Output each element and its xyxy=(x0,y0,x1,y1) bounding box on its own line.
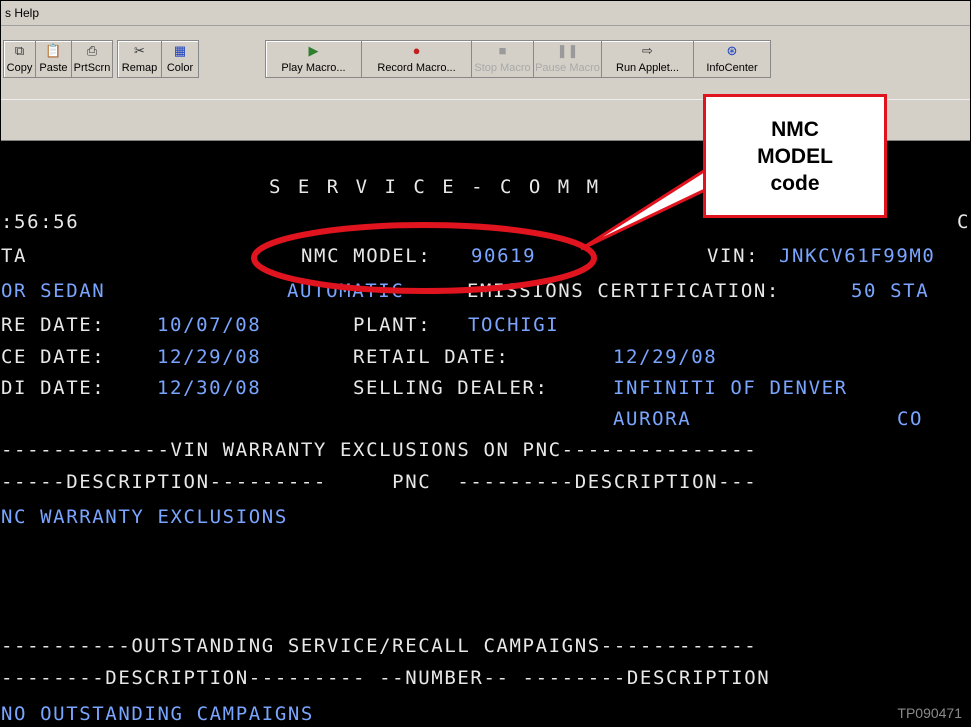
color-icon: ▦ xyxy=(173,43,187,58)
dealer-state: CO xyxy=(897,408,924,430)
nmc-model-value: 90619 xyxy=(471,245,537,267)
campaigns-none: NO OUTSTANDING CAMPAIGNS xyxy=(1,703,314,725)
paste-label: Paste xyxy=(39,62,68,74)
terminal-screen[interactable]: S E R V I C E - C O M M :56:56 C TA NMC … xyxy=(1,141,971,726)
toolbar-group-display: ✂ Remap ▦ Color xyxy=(117,40,199,78)
record-macro-icon: ● xyxy=(412,43,421,58)
retail-date-label: RETAIL DATE: xyxy=(353,346,510,368)
toolbar-group-clipboard: ⧉ Copy 📋 Paste ⎙ PrtScrn xyxy=(3,40,113,78)
play-macro-button[interactable]: ▶ Play Macro... xyxy=(266,41,362,77)
pause-macro-label: Pause Macro xyxy=(535,62,600,74)
menu-help[interactable]: s Help xyxy=(5,6,39,20)
color-label: Color xyxy=(166,62,194,74)
watermark: TP090471 xyxy=(897,705,962,721)
screen-right-c: C xyxy=(957,211,971,233)
vin-value: JNKCV61F99M0 xyxy=(779,245,936,267)
callout-text: NMC MODEL code xyxy=(757,117,833,195)
record-macro-button[interactable]: ● Record Macro... xyxy=(362,41,472,77)
pdi-date: 12/30/08 xyxy=(157,377,262,399)
campaigns-columns: --------DESCRIPTION--------- --NUMBER-- … xyxy=(1,667,771,689)
paste-button[interactable]: 📋 Paste xyxy=(36,41,72,77)
retail-date: 12/29/08 xyxy=(613,346,718,368)
manufacture-date-label: RE DATE: xyxy=(1,314,106,336)
pause-macro-icon: ❚❚ xyxy=(556,43,579,58)
service-date-label: CE DATE: xyxy=(1,346,106,368)
toolbar-group-macros: ▶ Play Macro... ● Record Macro... ■ Stop… xyxy=(265,40,771,78)
row-ta: TA xyxy=(1,245,28,267)
infocenter-label: InfoCenter xyxy=(706,62,758,74)
copy-label: Copy xyxy=(6,62,33,74)
stop-macro-icon: ■ xyxy=(498,43,507,58)
screen-time: :56:56 xyxy=(1,211,80,233)
vin-label: VIN: xyxy=(707,245,760,267)
toolbar: ⧉ Copy 📋 Paste ⎙ PrtScrn ✂ Remap ▦ Color xyxy=(1,26,970,99)
infocenter-icon: ⊛ xyxy=(726,43,738,58)
body-style: OR SEDAN xyxy=(1,280,106,302)
copy-icon: ⧉ xyxy=(14,43,25,58)
manufacture-date: 10/07/08 xyxy=(157,314,262,336)
exclusions-header: -------------VIN WARRANTY EXCLUSIONS ON … xyxy=(1,439,758,461)
plant-value: TOCHIGI xyxy=(468,314,560,336)
play-macro-icon: ▶ xyxy=(308,43,319,58)
transmission: AUTOMATIC xyxy=(287,280,405,302)
nmc-model-label: NMC MODEL: xyxy=(301,245,432,267)
remap-icon: ✂ xyxy=(134,43,145,58)
screen-title: S E R V I C E - C O M M xyxy=(269,176,602,198)
color-button[interactable]: ▦ Color xyxy=(162,41,198,77)
selling-dealer-name: INFINITI OF DENVER xyxy=(613,377,848,399)
menu-bar: s Help xyxy=(1,1,970,26)
remap-button[interactable]: ✂ Remap xyxy=(118,41,162,77)
play-macro-label: Play Macro... xyxy=(281,62,346,74)
record-macro-label: Record Macro... xyxy=(377,62,456,74)
service-date: 12/29/08 xyxy=(157,346,262,368)
plant-label: PLANT: xyxy=(353,314,432,336)
exclusions-none: NC WARRANTY EXCLUSIONS xyxy=(1,506,288,528)
run-applet-label: Run Applet... xyxy=(616,62,679,74)
paste-icon: 📋 xyxy=(45,43,62,58)
remap-label: Remap xyxy=(121,62,158,74)
emissions-value: 50 STA xyxy=(851,280,930,302)
print-screen-button[interactable]: ⎙ PrtScrn xyxy=(72,41,112,77)
print-screen-label: PrtScrn xyxy=(73,62,111,74)
stop-macro-label: Stop Macro xyxy=(474,62,531,74)
callout-box: NMC MODEL code xyxy=(703,94,887,218)
screenshot-frame: s Help ⧉ Copy 📋 Paste ⎙ PrtScrn ✂ Remap xyxy=(0,0,971,727)
run-applet-icon: ⇨ xyxy=(642,43,653,58)
campaigns-header: ----------OUTSTANDING SERVICE/RECALL CAM… xyxy=(1,635,758,657)
emissions-label: EMISSIONS CERTIFICATION: xyxy=(467,280,780,302)
exclusions-columns: -----DESCRIPTION--------- PNC ---------D… xyxy=(1,471,758,493)
selling-dealer-label: SELLING DEALER: xyxy=(353,377,549,399)
pdi-date-label: DI DATE: xyxy=(1,377,106,399)
infocenter-button[interactable]: ⊛ InfoCenter xyxy=(694,41,770,77)
print-screen-icon: ⎙ xyxy=(86,43,98,58)
copy-button[interactable]: ⧉ Copy xyxy=(4,41,36,77)
stop-macro-button[interactable]: ■ Stop Macro xyxy=(472,41,534,77)
dealer-city: AURORA xyxy=(613,408,692,430)
pause-macro-button[interactable]: ❚❚ Pause Macro xyxy=(534,41,602,77)
run-applet-button[interactable]: ⇨ Run Applet... xyxy=(602,41,694,77)
